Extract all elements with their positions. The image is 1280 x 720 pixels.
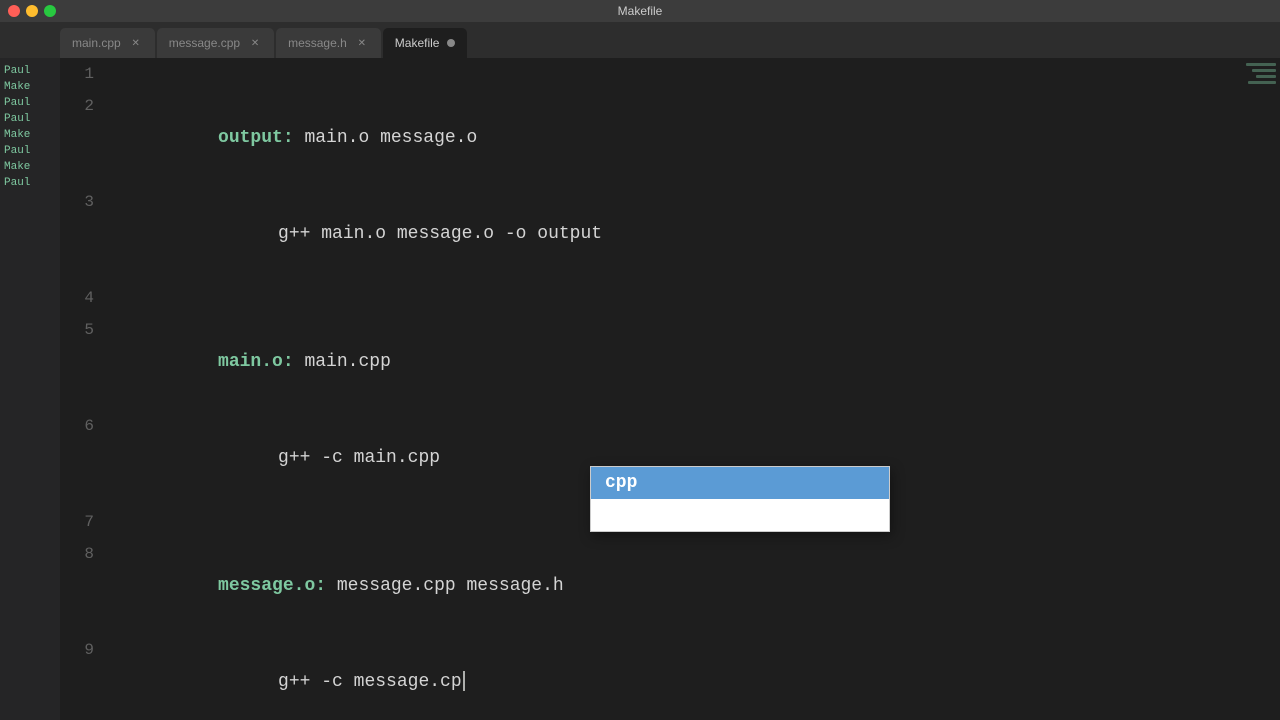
maximize-button[interactable] bbox=[44, 5, 56, 17]
line-8: 8 message.o: message.cpp message.h bbox=[60, 538, 1240, 634]
unsaved-indicator bbox=[447, 39, 455, 47]
target-keyword: output: bbox=[218, 128, 294, 148]
line-number: 2 bbox=[60, 90, 110, 122]
editor[interactable]: 1 2 output: main.o message.o 3 g++ main.… bbox=[60, 58, 1240, 720]
line-content: main.o: main.cpp bbox=[110, 314, 1240, 410]
minimap bbox=[1240, 58, 1280, 720]
sidebar-item: Paul bbox=[0, 111, 60, 127]
sidebar-item: Paul bbox=[0, 95, 60, 111]
target-keyword: main.o: bbox=[218, 352, 294, 372]
line-number: 5 bbox=[60, 314, 110, 346]
line-number: 6 bbox=[60, 410, 110, 442]
tab-close-icon[interactable]: ✕ bbox=[248, 36, 262, 50]
autocomplete-item-cpp[interactable]: cpp bbox=[591, 467, 889, 499]
window-title: Makefile bbox=[618, 4, 663, 18]
tab-label: message.h bbox=[288, 36, 347, 50]
autocomplete-label: cpp bbox=[605, 473, 637, 493]
line-9: 9 g++ -c message.cp bbox=[60, 634, 1240, 720]
tab-main-cpp[interactable]: main.cpp ✕ bbox=[60, 28, 155, 58]
dep-text: main.cpp bbox=[294, 352, 391, 372]
line-number: 8 bbox=[60, 538, 110, 570]
minimize-button[interactable] bbox=[26, 5, 38, 17]
line-number: 9 bbox=[60, 634, 110, 666]
cmd-text: g++ -c message.cp bbox=[278, 672, 462, 692]
sidebar-item: Make bbox=[0, 127, 60, 143]
line-content: g++ -c message.cp bbox=[110, 634, 1240, 720]
editor-container: Paul Make Paul Paul Make Paul Make Paul … bbox=[0, 58, 1280, 720]
line-number: 1 bbox=[60, 58, 110, 90]
tab-close-icon[interactable]: ✕ bbox=[129, 36, 143, 50]
minimap-line bbox=[1252, 69, 1276, 72]
minimap-line bbox=[1248, 81, 1276, 84]
tab-makefile[interactable]: Makefile bbox=[383, 28, 468, 58]
sidebar-item: Paul bbox=[0, 175, 60, 191]
line-content: g++ main.o message.o -o output bbox=[110, 186, 1240, 282]
tab-message-h[interactable]: message.h ✕ bbox=[276, 28, 381, 58]
tab-label: Makefile bbox=[395, 36, 440, 50]
close-button[interactable] bbox=[8, 5, 20, 17]
dep-text: message.cpp message.h bbox=[326, 576, 564, 596]
dep-text: main.o message.o bbox=[294, 128, 478, 148]
left-sidebar: Paul Make Paul Paul Make Paul Make Paul bbox=[0, 58, 60, 720]
sidebar-item: Paul bbox=[0, 63, 60, 79]
autocomplete-item-empty bbox=[591, 499, 889, 531]
target-keyword: message.o: bbox=[218, 576, 326, 596]
sidebar-item: Make bbox=[0, 159, 60, 175]
line-number: 4 bbox=[60, 282, 110, 314]
tab-label: message.cpp bbox=[169, 36, 240, 50]
code-area: 1 2 output: main.o message.o 3 g++ main.… bbox=[60, 58, 1240, 720]
minimap-line bbox=[1256, 75, 1276, 78]
text-cursor bbox=[463, 671, 465, 691]
window-controls bbox=[8, 5, 56, 17]
sidebar-item: Make bbox=[0, 79, 60, 95]
line-content: output: main.o message.o bbox=[110, 90, 1240, 186]
line-3: 3 g++ main.o message.o -o output bbox=[60, 186, 1240, 282]
sidebar-item: Paul bbox=[0, 143, 60, 159]
line-2: 2 output: main.o message.o bbox=[60, 90, 1240, 186]
line-4: 4 bbox=[60, 282, 1240, 314]
line-number: 3 bbox=[60, 186, 110, 218]
cmd-text: g++ main.o message.o -o output bbox=[278, 224, 602, 244]
tab-message-cpp[interactable]: message.cpp ✕ bbox=[157, 28, 274, 58]
line-5: 5 main.o: main.cpp bbox=[60, 314, 1240, 410]
line-content: message.o: message.cpp message.h bbox=[110, 538, 1240, 634]
line-1: 1 bbox=[60, 58, 1240, 90]
cmd-text: g++ -c main.cpp bbox=[278, 448, 440, 468]
tab-bar: main.cpp ✕ message.cpp ✕ message.h ✕ Mak… bbox=[0, 22, 1280, 58]
tab-close-icon[interactable]: ✕ bbox=[355, 36, 369, 50]
tab-label: main.cpp bbox=[72, 36, 121, 50]
minimap-line bbox=[1246, 63, 1276, 66]
title-bar: Makefile bbox=[0, 0, 1280, 22]
autocomplete-dropdown[interactable]: cpp bbox=[590, 466, 890, 532]
line-number: 7 bbox=[60, 506, 110, 538]
